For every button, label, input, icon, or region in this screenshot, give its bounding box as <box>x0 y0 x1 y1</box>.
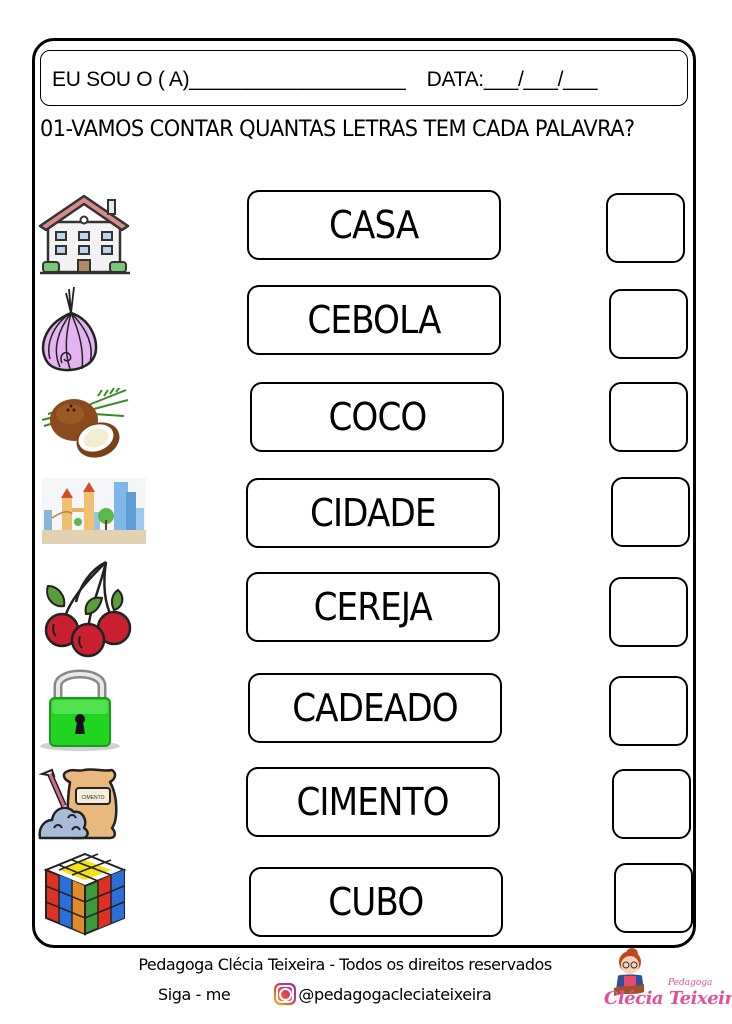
house-icon <box>38 194 130 275</box>
word-box-coco: COCO <box>250 382 504 452</box>
question-title: 01-VAMOS CONTAR QUANTAS LETRAS TEM CADA … <box>40 116 635 142</box>
answer-box-cimento[interactable] <box>612 769 691 839</box>
header-line: EU SOU O ( A)___________________ DATA:__… <box>52 68 598 92</box>
answer-box-cubo[interactable] <box>614 863 693 933</box>
word-box-cebola: CEBOLA <box>247 285 501 355</box>
answer-box-casa[interactable] <box>606 193 685 263</box>
cherry-icon <box>44 560 132 658</box>
rubiks-cube-icon <box>44 852 126 936</box>
answer-box-coco[interactable] <box>609 382 688 452</box>
word-box-cidade: CIDADE <box>246 478 500 548</box>
word-box-cadeado: CADEADO <box>248 673 502 743</box>
instagram-handle[interactable]: @pedagogacleciateixeira <box>298 985 491 1004</box>
word-label: CIDADE <box>310 491 437 535</box>
word-label: COCO <box>327 395 427 439</box>
word-label: CADEADO <box>292 686 458 730</box>
answer-box-cebola[interactable] <box>609 289 688 359</box>
word-box-cimento: CIMENTO <box>246 767 500 837</box>
answer-box-cidade[interactable] <box>611 477 690 547</box>
follow-line: Siga - me @pedagogacleciateixeira <box>158 983 492 1005</box>
logo-subtitle: Pedagoga <box>668 978 713 988</box>
instagram-icon <box>274 983 297 1005</box>
logo-name: Clécia Teixeira <box>604 988 732 1009</box>
onion-icon <box>41 286 98 372</box>
answer-box-cadeado[interactable] <box>609 676 688 746</box>
answer-box-cereja[interactable] <box>609 577 688 647</box>
word-box-cubo: CUBO <box>249 867 503 937</box>
coconut-icon <box>41 388 129 458</box>
cement-bag-label: CIMENTO <box>82 795 105 801</box>
copyright-text: Pedagoga Clécia Teixeira - Todos os dire… <box>138 955 552 974</box>
city-icon <box>42 478 146 544</box>
cement-bag-icon: CIMENTO <box>38 768 118 840</box>
word-label: CEREJA <box>313 585 433 629</box>
student-name-field[interactable]: EU SOU O ( A)___________________ <box>52 68 406 91</box>
padlock-icon <box>40 669 120 751</box>
word-box-cereja: CEREJA <box>246 572 500 642</box>
follow-label: Siga - me <box>158 984 231 1004</box>
word-box-casa: CASA <box>247 190 501 260</box>
word-label: CUBO <box>328 880 424 924</box>
date-field[interactable]: DATA:___/___/___ <box>427 68 598 91</box>
word-label: CASA <box>329 203 419 247</box>
word-label: CEBOLA <box>307 298 441 342</box>
word-label: CIMENTO <box>296 780 450 824</box>
